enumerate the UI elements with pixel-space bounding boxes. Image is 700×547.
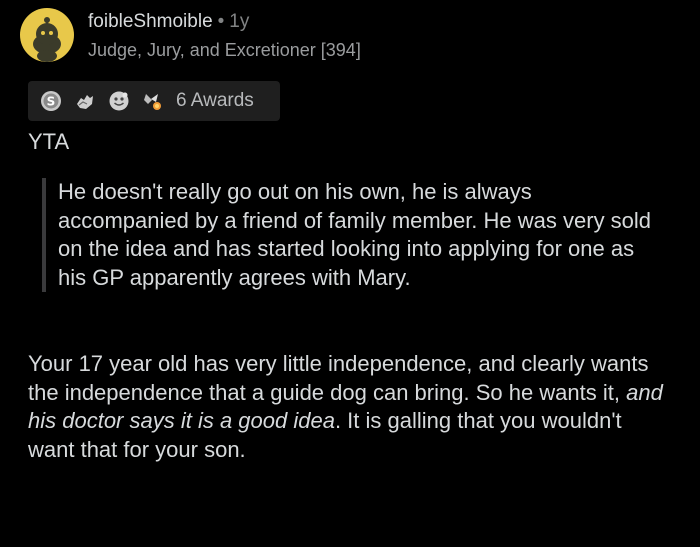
meta-line: foibleShmoible • 1y	[88, 10, 361, 34]
rocket-like-award-icon	[142, 90, 164, 112]
meta-separator: •	[217, 11, 225, 32]
comment-meta: foibleShmoible • 1y Judge, Jury, and Excre…	[88, 8, 361, 62]
quote-text: He doesn't really go out on his own, he …	[58, 179, 652, 290]
verdict-text: YTA	[28, 129, 70, 154]
blockquote: He doesn't really go out on his own, he …	[42, 178, 668, 292]
comment-age: 1y	[229, 11, 250, 32]
comment-header: foibleShmoible • 1y Judge, Jury, and Excre…	[20, 8, 361, 66]
body-text-start: Your 17 year old has very little indepen…	[28, 351, 649, 405]
body-paragraph: Your 17 year old has very little indepen…	[28, 350, 668, 464]
awards-bar[interactable]: S 6 Awards	[28, 81, 280, 121]
awards-count: 6 Awards	[176, 90, 254, 111]
wholesome-award-icon	[108, 90, 130, 112]
username-link[interactable]: foibleShmoible	[88, 11, 213, 32]
user-flair: Judge, Jury, and Excretioner [394]	[88, 40, 361, 60]
snoo-avatar-icon[interactable]	[20, 8, 74, 62]
comment-body: YTA He doesn't really go out on his own,…	[28, 128, 678, 464]
helpful-hand-award-icon	[74, 90, 96, 112]
svg-text:S: S	[47, 95, 56, 109]
silver-award-icon: S	[40, 90, 62, 112]
